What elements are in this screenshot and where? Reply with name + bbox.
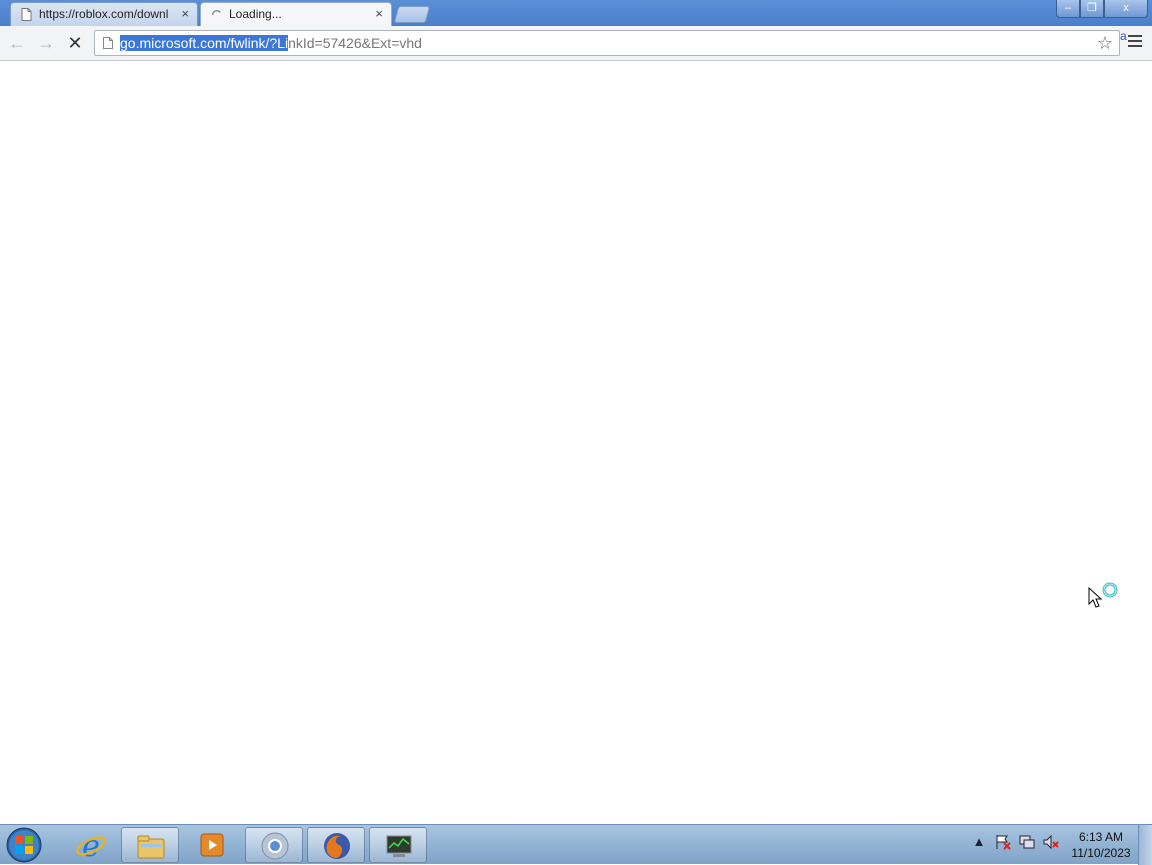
chrome-icon xyxy=(261,832,289,860)
page-content xyxy=(0,61,1152,824)
media-player-icon xyxy=(200,833,224,857)
title-bar: https://roblox.com/downl × Loading... × … xyxy=(0,0,1152,26)
show-desktop-button[interactable] xyxy=(1138,825,1152,865)
start-button-icon[interactable] xyxy=(4,826,44,864)
tab-roblox[interactable]: https://roblox.com/downl × xyxy=(10,2,198,26)
task-manager-taskbar-button[interactable] xyxy=(369,827,427,863)
url-selected-text: go.microsoft.com/fwlink/?Li xyxy=(120,35,289,51)
loading-spinner-icon xyxy=(212,10,221,16)
browser-toolbar: ← → ✕ go.microsoft.com/fwlink/?LinkId=57… xyxy=(0,26,1152,61)
restore-button[interactable]: ❐ xyxy=(1080,0,1104,18)
stop-loading-button[interactable]: ✕ xyxy=(65,33,85,53)
tab-loading[interactable]: Loading... × xyxy=(200,2,392,26)
close-window-button[interactable]: x xyxy=(1104,0,1148,18)
minimize-button[interactable]: – xyxy=(1056,0,1080,18)
chrome-taskbar-button[interactable] xyxy=(245,827,303,863)
firefox-taskbar-button[interactable] xyxy=(307,827,365,863)
address-bar[interactable]: go.microsoft.com/fwlink/?LinkId=57426&Ex… xyxy=(94,30,1120,56)
svg-text:e: e xyxy=(82,830,100,860)
action-center-flag-icon[interactable] xyxy=(994,833,1012,851)
internet-explorer-taskbar-button[interactable]: e xyxy=(62,827,120,863)
extension-icon[interactable]: a xyxy=(1120,29,1127,43)
network-icon[interactable] xyxy=(1018,833,1036,851)
clock-date: 11/10/2023 xyxy=(1071,846,1131,860)
tab-close-button[interactable]: × xyxy=(375,6,383,21)
internet-explorer-icon: e xyxy=(76,830,106,860)
tab-title: Loading... xyxy=(229,7,282,21)
tab-title: https://roblox.com/downl xyxy=(39,7,169,21)
show-hidden-icons-button[interactable]: ▲ xyxy=(970,833,988,851)
bookmark-star-icon[interactable]: ☆ xyxy=(1097,33,1113,54)
media-player-taskbar-button[interactable] xyxy=(183,827,241,863)
clock-time: 6:13 AM xyxy=(1078,830,1124,844)
busy-cursor-icon xyxy=(1088,582,1118,608)
folder-icon xyxy=(137,835,165,859)
tab-close-button[interactable]: × xyxy=(181,6,189,21)
new-tab-button[interactable] xyxy=(393,6,431,23)
url-text[interactable]: go.microsoft.com/fwlink/?LinkId=57426&Ex… xyxy=(120,35,422,51)
task-manager-icon xyxy=(386,835,412,857)
system-clock[interactable]: 6:13 AM 11/10/2023 xyxy=(1068,829,1134,861)
volume-muted-icon[interactable] xyxy=(1042,833,1060,851)
taskbar: e ▲ 6:13 AM 11/10/2023 xyxy=(0,824,1152,865)
back-button[interactable]: ← xyxy=(7,33,27,53)
file-explorer-taskbar-button[interactable] xyxy=(121,827,179,863)
firefox-icon xyxy=(324,833,350,859)
url-remaining-text: nkId=57426&Ext=vhd xyxy=(288,35,422,51)
page-icon xyxy=(21,8,32,21)
chrome-menu-icon[interactable] xyxy=(1128,35,1142,49)
forward-button[interactable]: → xyxy=(36,33,56,53)
page-icon xyxy=(103,37,113,49)
